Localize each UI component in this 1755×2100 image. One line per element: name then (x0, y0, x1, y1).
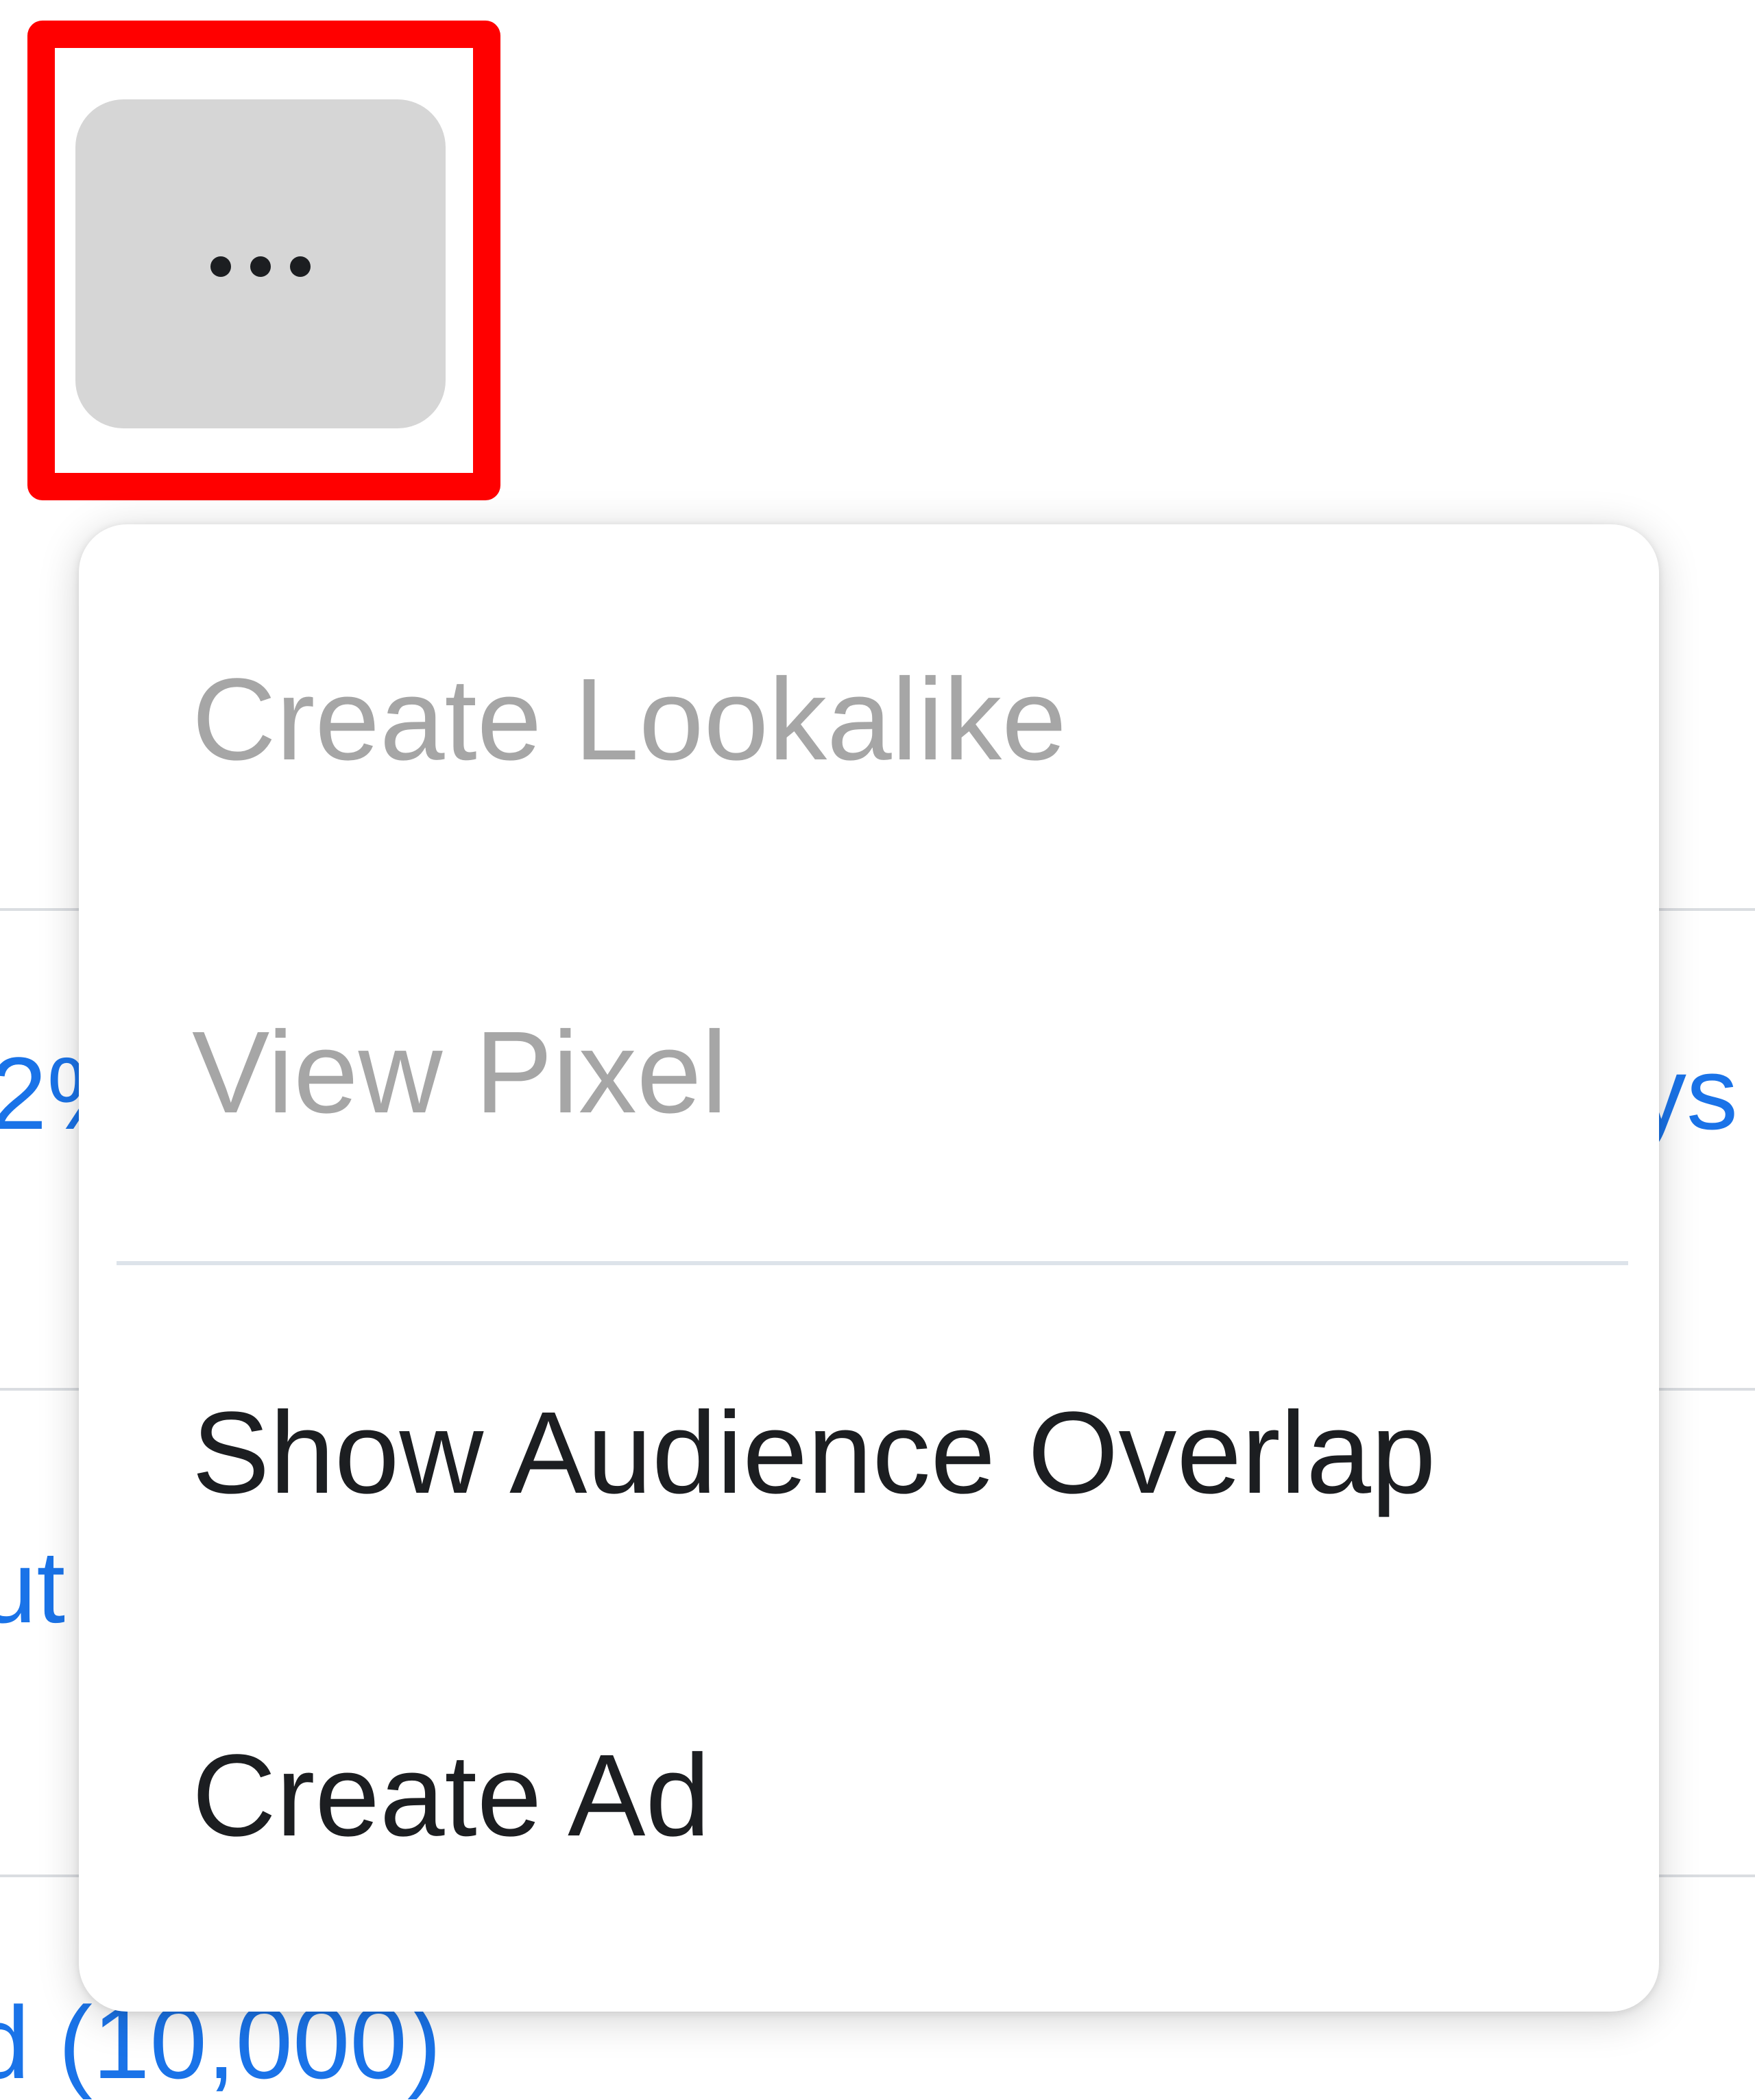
menu-item-create-ad[interactable]: Create Ad (192, 1737, 710, 1854)
menu-item-create-lookalike[interactable]: Create Lookalike (192, 661, 1067, 778)
menu-divider (117, 1261, 1628, 1265)
table-cell-link[interactable]: ut (0, 1535, 65, 1638)
more-options-button[interactable] (75, 99, 446, 428)
more-horizontal-icon (210, 256, 311, 277)
menu-item-view-pixel[interactable]: View Pixel (192, 1014, 727, 1131)
menu-item-show-audience-overlap[interactable]: Show Audience Overlap (192, 1395, 1436, 1511)
dropdown-menu: Create Lookalike View Pixel Show Audienc… (79, 524, 1659, 2012)
